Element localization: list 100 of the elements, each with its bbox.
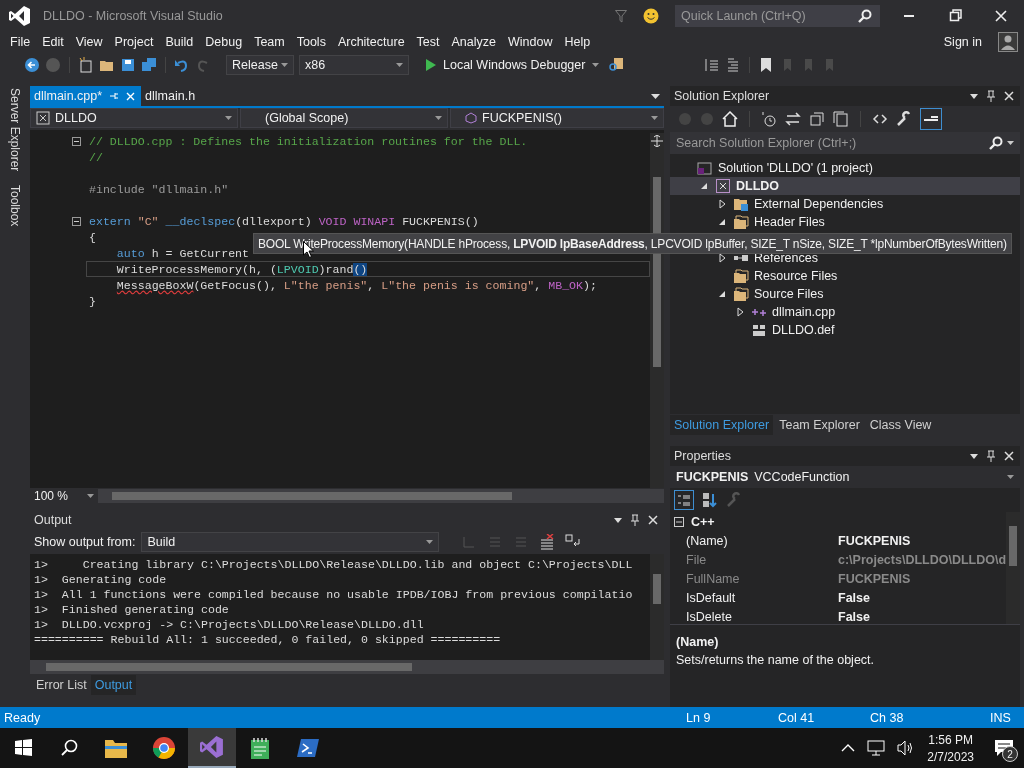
side-tab[interactable]: Server Explorer [8,88,22,172]
side-tab[interactable]: Toolbox [8,185,22,227]
panel-tab[interactable]: Error List [32,675,91,695]
pin-icon[interactable] [986,450,996,462]
menu-item[interactable]: Test [410,35,446,49]
collapsed-arrow-icon[interactable] [736,307,744,317]
expanded-arrow-icon[interactable] [718,290,726,298]
clear-all-icon[interactable] [539,534,556,550]
navigation-dropdown[interactable]: (Global Scope) [240,108,448,128]
horizontal-scrollbar[interactable] [98,489,664,503]
filter-icon[interactable] [615,9,627,23]
menu-item[interactable]: Architecture [331,35,411,49]
panel-tab[interactable]: Class View [865,415,936,435]
pin-icon[interactable] [630,514,640,526]
quick-launch-field[interactable]: Quick Launch (Ctrl+Q) [675,5,880,27]
output-source-dropdown[interactable]: Build [141,532,440,552]
network-icon[interactable] [867,740,886,756]
sort-alphabetical-icon[interactable] [702,492,718,508]
code-line: // DLLDO.cpp : Defines the initialization routines for the DLL. [89,134,528,148]
vertical-scrollbar[interactable] [650,554,664,660]
tree-item[interactable]: dllmain.cpp [670,303,1020,321]
fold-icon[interactable] [72,216,81,226]
tab-list-icon[interactable] [651,93,660,99]
sign-in-link[interactable]: Sign in [943,35,982,49]
dropdown-icon[interactable] [970,93,978,99]
avatar-icon[interactable] [998,32,1018,52]
horizontal-scrollbar[interactable] [30,660,664,674]
search-field[interactable]: Search Solution Explorer (Ctrl+;) [670,132,1020,154]
sync-icon[interactable] [785,111,801,127]
menu-item[interactable]: File [4,35,37,49]
tree-item[interactable]: Resource Files [670,267,1020,285]
new-project-icon[interactable] [78,57,94,73]
property-value[interactable]: False [838,590,870,605]
search-options-icon[interactable] [1007,141,1014,145]
menu-item[interactable]: Team [248,35,291,49]
navigation-dropdown[interactable]: DLLDO [30,108,238,128]
comment-lines-icon[interactable] [704,57,721,73]
notepad-icon [248,736,272,760]
close-icon[interactable] [1004,451,1014,461]
categorized-icon[interactable] [674,490,694,510]
dropdown-icon[interactable] [614,517,622,523]
tree-item[interactable]: Solution 'DLLDO' (1 project) [670,159,1020,177]
find-in-files-icon[interactable] [608,57,625,73]
clock-time[interactable]: 1:56 PM [928,732,973,747]
code-line: { [89,230,96,244]
panel-tab[interactable]: Team Explorer [775,415,864,435]
platform-dropdown[interactable]: x86 [299,55,409,75]
menu-item[interactable]: Analyze [445,35,502,49]
panel-tab[interactable]: Solution Explorer [670,415,774,435]
split-icon[interactable] [651,135,663,147]
search-icon[interactable] [989,136,1003,150]
show-all-files-icon[interactable] [833,111,849,127]
menu-item[interactable]: View [69,35,109,49]
editor-tab[interactable]: dllmain.h [141,86,202,106]
menu-item[interactable]: Help [558,35,597,49]
clock-date[interactable]: 2/7/2023 [927,749,974,764]
status-text: Ready [4,710,41,725]
pending-changes-icon[interactable] [761,111,777,127]
menu-item[interactable]: Build [159,35,200,49]
panel-tab[interactable]: Output [90,675,137,695]
taskbar-app[interactable] [188,728,236,768]
dropdown-arrow-icon [396,63,403,67]
expanded-arrow-icon[interactable] [700,182,708,190]
vertical-scrollbar[interactable] [1006,512,1020,624]
tree-item[interactable]: External Dependencies [670,195,1020,213]
search-icon[interactable] [858,9,872,23]
pin-icon[interactable] [986,90,996,102]
fold-icon[interactable] [72,136,81,146]
chevron-up-icon[interactable] [841,743,856,753]
menu-item[interactable]: Window [502,35,559,49]
zoom-dropdown[interactable]: 100 % [30,489,98,503]
tree-item[interactable]: DLLDO [670,177,1020,195]
collapse-icon[interactable] [674,516,684,527]
tree-item[interactable]: Header Files [670,213,1020,231]
dropdown-icon[interactable] [970,453,978,459]
description-title: (Name) [676,635,720,649]
save-all-icon[interactable] [141,57,157,73]
property-value[interactable]: False [838,609,870,624]
preview-icon[interactable] [920,108,942,130]
save-icon[interactable] [120,57,136,73]
property-value[interactable]: FUCKPENIS [838,533,911,548]
object-dropdown[interactable]: FUCKPENIS VCCodeFunction [670,466,1020,488]
menu-item[interactable]: Project [108,35,160,49]
back-icon[interactable] [24,57,40,73]
tree-item[interactable]: Source Files [670,285,1020,303]
home-icon[interactable] [722,111,738,127]
configuration-dropdown[interactable]: Release [226,55,294,75]
menu-item[interactable]: Debug [199,35,249,49]
expanded-arrow-icon[interactable] [718,218,726,226]
close-icon[interactable] [648,515,658,525]
collapse-all-icon[interactable] [809,111,825,127]
collapsed-arrow-icon[interactable] [718,199,726,209]
menu-item[interactable]: Tools [290,35,332,49]
menu-item[interactable]: Edit [36,35,70,49]
smiley-icon[interactable] [643,8,659,24]
close-icon[interactable] [1004,91,1014,101]
start-debugger-button[interactable]: Local Windows Debugger [422,54,604,76]
navigation-dropdown[interactable]: FUCKPENIS() [450,108,664,128]
collapsed-arrow-icon[interactable] [718,253,726,263]
tree-item[interactable]: DLLDO.def [670,321,1020,339]
